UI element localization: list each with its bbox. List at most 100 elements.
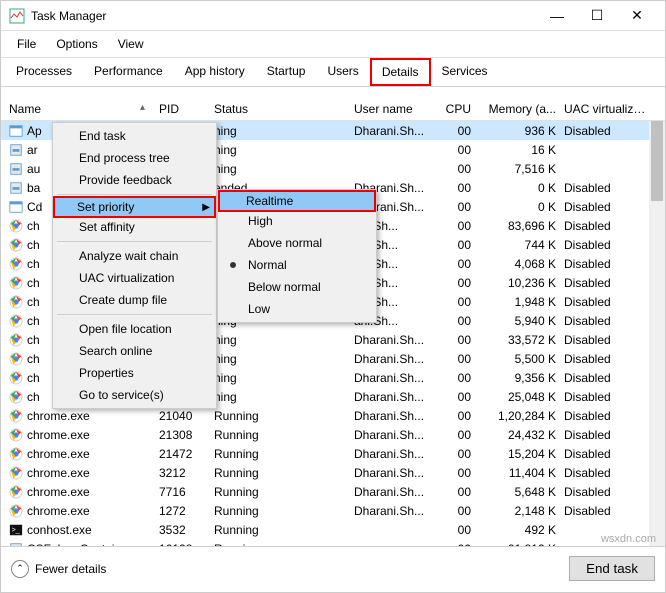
cell-uac: Disabled [560, 352, 655, 366]
menu-create-dump-file[interactable]: Create dump file [55, 289, 214, 311]
column-name[interactable]: Name▴ [5, 102, 155, 116]
process-name: ch [27, 371, 40, 385]
tab-processes[interactable]: Processes [5, 58, 83, 86]
close-button[interactable]: ✕ [617, 1, 657, 31]
cell-cpu: 00 [435, 504, 475, 518]
priority-normal[interactable]: Normal [220, 254, 374, 276]
end-task-button[interactable]: End task [569, 556, 655, 581]
cell-memory: 5,500 K [475, 352, 560, 366]
menu-properties[interactable]: Properties [55, 362, 214, 384]
table-row[interactable]: chrome.exe3212RunningDharani.Sh...0011,4… [1, 463, 665, 482]
menu-options[interactable]: Options [48, 35, 105, 53]
cell-status: Running [210, 447, 350, 461]
process-grid[interactable]: ApningDharani.Sh...00936 KDisabledarning… [1, 121, 665, 546]
cell-memory: 2,148 K [475, 504, 560, 518]
menu-search-online[interactable]: Search online [55, 340, 214, 362]
table-row[interactable]: chrome.exe1272RunningDharani.Sh...002,14… [1, 501, 665, 520]
cell-status: ning [210, 352, 350, 366]
maximize-button[interactable]: ☐ [577, 1, 617, 31]
menu-end-task[interactable]: End task [55, 125, 214, 147]
table-row[interactable]: >_conhost.exe3532Running00492 K [1, 520, 665, 539]
menu-go-to-service[interactable]: Go to service(s) [55, 384, 214, 406]
cell-user: Dharani.Sh... [350, 485, 435, 499]
cell-cpu: 00 [435, 257, 475, 271]
vertical-scrollbar[interactable] [649, 121, 665, 546]
cell-user: Dharani.Sh... [350, 390, 435, 404]
menu-set-priority[interactable]: Set priority▶ [53, 196, 216, 218]
menu-separator [57, 241, 212, 242]
cell-cpu: 00 [435, 409, 475, 423]
process-icon [9, 485, 23, 499]
process-name: ch [27, 219, 40, 233]
tab-startup[interactable]: Startup [256, 58, 317, 86]
cell-cpu: 00 [435, 466, 475, 480]
menu-provide-feedback[interactable]: Provide feedback [55, 169, 214, 191]
menu-separator [57, 314, 212, 315]
cell-uac: Disabled [560, 238, 655, 252]
process-icon [9, 352, 23, 366]
column-status[interactable]: Status [210, 102, 350, 116]
cell-pid: 21308 [155, 428, 210, 442]
tab-users[interactable]: Users [316, 58, 369, 86]
cell-memory: 1,20,284 K [475, 409, 560, 423]
menu-end-process-tree[interactable]: End process tree [55, 147, 214, 169]
process-name: chrome.exe [27, 466, 90, 480]
tab-details[interactable]: Details [370, 58, 431, 86]
cell-user: Dharani.Sh... [350, 447, 435, 461]
process-icon [9, 542, 23, 547]
menu-open-file-location[interactable]: Open file location [55, 318, 214, 340]
priority-below-normal[interactable]: Below normal [220, 276, 374, 298]
fewer-details-button[interactable]: ⌃ Fewer details [11, 560, 106, 578]
process-name: ch [27, 238, 40, 252]
menu-view[interactable]: View [110, 35, 152, 53]
column-uac[interactable]: UAC virtualizat... [560, 102, 655, 116]
process-icon [9, 162, 23, 176]
tab-performance[interactable]: Performance [83, 58, 174, 86]
menu-set-affinity[interactable]: Set affinity [55, 216, 214, 238]
cell-memory: 91,812 K [475, 542, 560, 547]
cell-memory: 10,236 K [475, 276, 560, 290]
cell-cpu: 00 [435, 124, 475, 138]
menu-file[interactable]: File [9, 35, 44, 53]
tab-app-history[interactable]: App history [174, 58, 256, 86]
cell-status: ning [210, 390, 350, 404]
column-cpu[interactable]: CPU [435, 102, 475, 116]
cell-cpu: 00 [435, 295, 475, 309]
column-memory[interactable]: Memory (a... [475, 102, 560, 116]
process-icon [9, 257, 23, 271]
cell-memory: 5,940 K [475, 314, 560, 328]
tab-services[interactable]: Services [431, 58, 499, 86]
cell-uac: Disabled [560, 409, 655, 423]
cell-uac: Disabled [560, 295, 655, 309]
table-row[interactable]: CSFalconContainer.e16128Running0091,812 … [1, 539, 665, 546]
priority-realtime[interactable]: Realtime [218, 190, 376, 212]
process-icon [9, 428, 23, 442]
cell-cpu: 00 [435, 390, 475, 404]
process-name: ar [27, 143, 38, 157]
priority-above-normal[interactable]: Above normal [220, 232, 374, 254]
column-pid[interactable]: PID [155, 102, 210, 116]
cell-user: Dharani.Sh... [350, 504, 435, 518]
cell-memory: 11,404 K [475, 466, 560, 480]
priority-low[interactable]: Low [220, 298, 374, 320]
process-name: chrome.exe [27, 409, 90, 423]
svg-text:>_: >_ [12, 526, 20, 533]
cell-pid: 1272 [155, 504, 210, 518]
status-bar: ⌃ Fewer details End task [1, 546, 665, 590]
menu-uac-virtualization[interactable]: UAC virtualization [55, 267, 214, 289]
cell-pid: 7716 [155, 485, 210, 499]
table-row[interactable]: chrome.exe21308RunningDharani.Sh...0024,… [1, 425, 665, 444]
table-row[interactable]: chrome.exe7716RunningDharani.Sh...005,64… [1, 482, 665, 501]
process-icon [9, 390, 23, 404]
process-icon [9, 238, 23, 252]
process-icon [9, 333, 23, 347]
column-user[interactable]: User name [350, 102, 435, 116]
scrollbar-thumb[interactable] [651, 121, 663, 201]
priority-high[interactable]: High [220, 210, 374, 232]
minimize-button[interactable]: — [537, 1, 577, 31]
cell-pid: 3212 [155, 466, 210, 480]
table-row[interactable]: chrome.exe21472RunningDharani.Sh...0015,… [1, 444, 665, 463]
menu-analyze-wait-chain[interactable]: Analyze wait chain [55, 245, 214, 267]
cell-cpu: 00 [435, 352, 475, 366]
cell-cpu: 00 [435, 485, 475, 499]
